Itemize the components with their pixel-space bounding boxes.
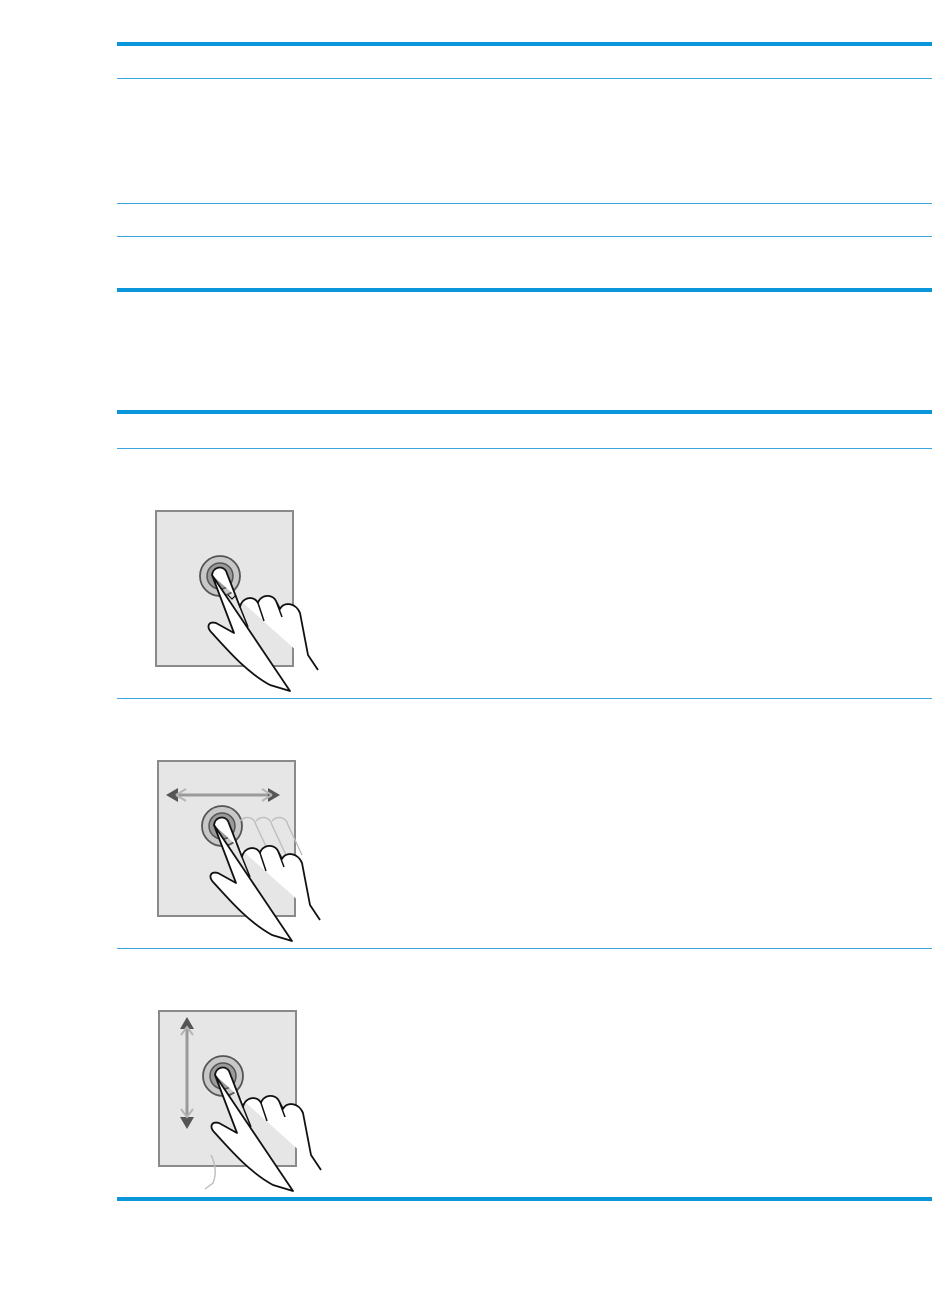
- header-divider: [117, 78, 932, 79]
- swipe-horizontal-gesture-icon: [152, 755, 332, 945]
- table-bottom-rule: [117, 1197, 932, 1201]
- header-divider: [117, 448, 932, 449]
- row-divider: [117, 698, 932, 699]
- row-divider: [117, 948, 932, 949]
- table-top-rule: [117, 410, 932, 414]
- row-divider: [117, 236, 932, 237]
- tap-gesture-icon: [150, 505, 330, 695]
- row-divider: [117, 203, 932, 204]
- scroll-vertical-gesture-icon: [153, 1005, 333, 1195]
- table-bottom-rule: [117, 288, 932, 292]
- table-top-rule: [117, 42, 932, 46]
